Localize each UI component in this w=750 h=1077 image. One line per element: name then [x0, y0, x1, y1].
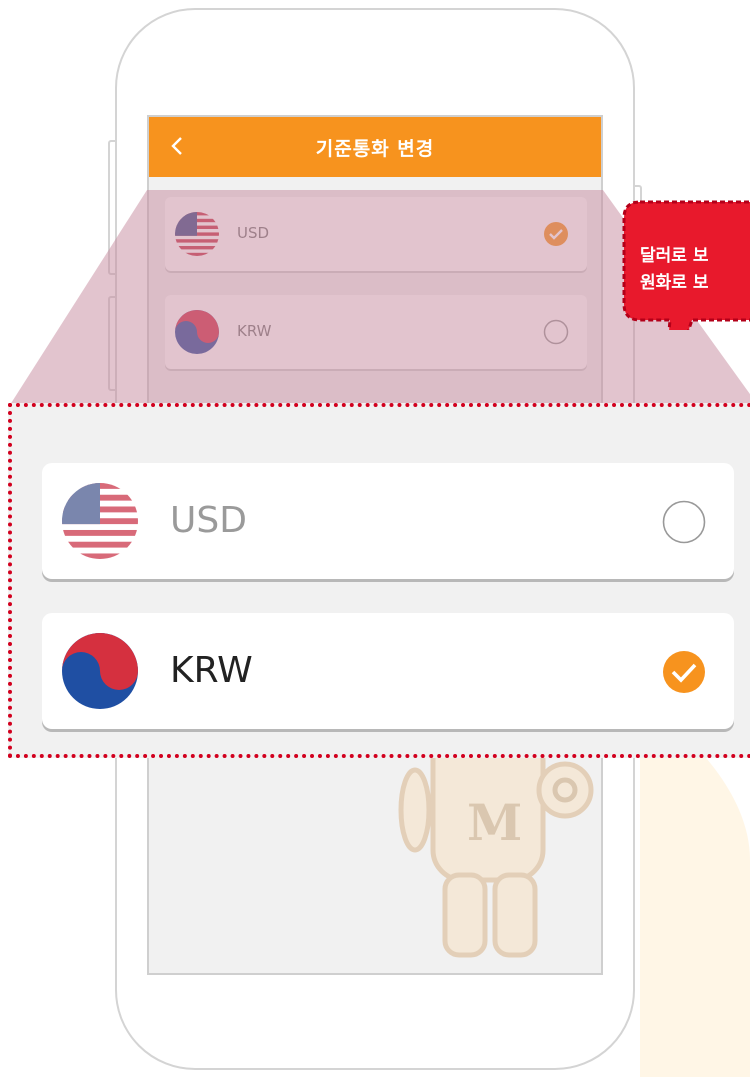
callout-line-2: 원화로 보	[640, 273, 709, 293]
zoomed-currency-panel: USD KRW	[8, 403, 750, 758]
currency-code: KRW	[170, 650, 253, 691]
currency-code: USD	[170, 500, 247, 541]
us-flag-icon	[62, 483, 138, 559]
callout-text: 달러로 보 원화로 보	[640, 243, 750, 297]
radio-empty-icon[interactable]	[662, 500, 706, 544]
callout-line-1: 달러로 보	[640, 246, 709, 266]
kr-flag-icon	[62, 633, 138, 709]
currency-option-usd-zoomed[interactable]: USD	[42, 463, 734, 579]
currency-option-krw-zoomed[interactable]: KRW	[42, 613, 734, 729]
check-circle-icon[interactable]	[662, 650, 706, 694]
